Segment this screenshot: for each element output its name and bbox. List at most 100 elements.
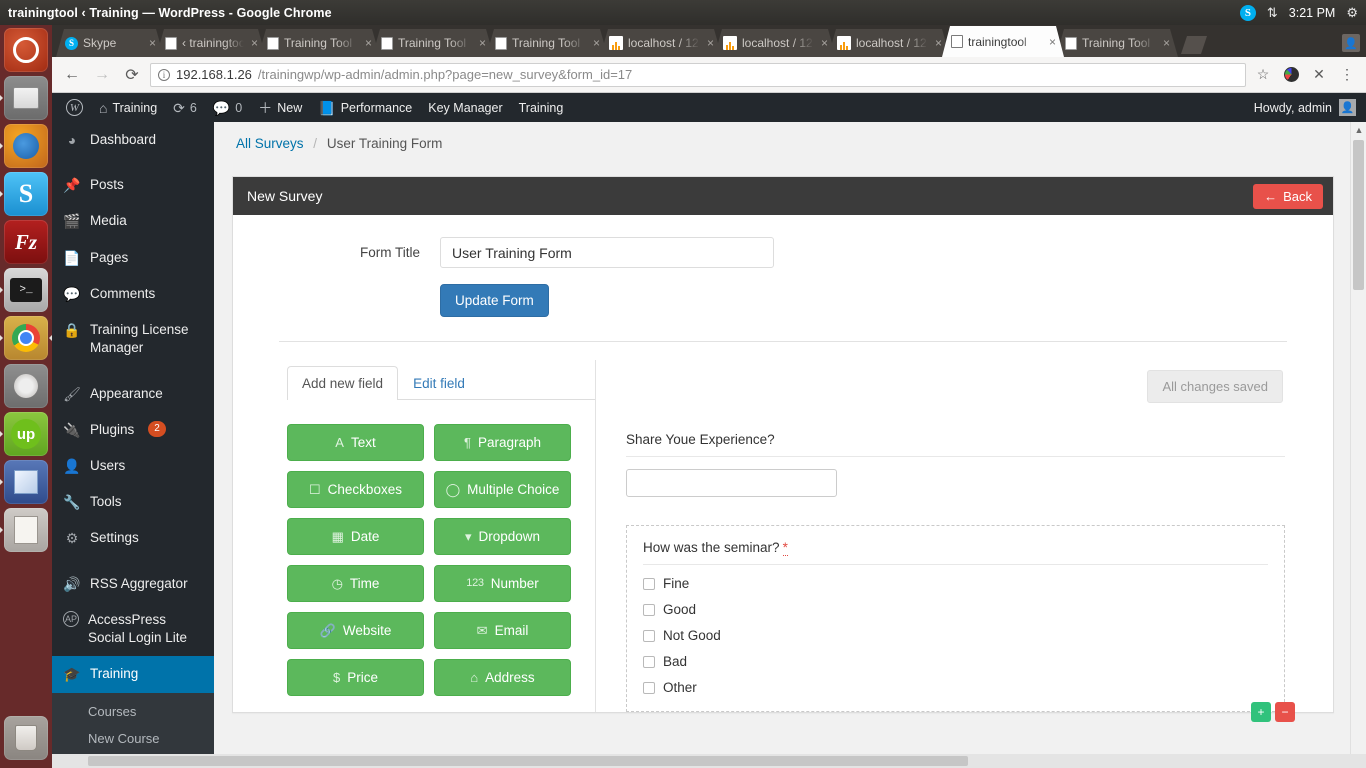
sidebar-item-rss-aggregator[interactable]: 🔊 RSS Aggregator	[52, 566, 214, 602]
launcher-item-text-editor[interactable]	[0, 508, 48, 552]
back-icon[interactable]: ←	[60, 63, 84, 87]
sidebar-item-training[interactable]: 🎓 Training	[52, 656, 214, 693]
launcher-item-firefox[interactable]	[0, 124, 48, 168]
checkbox-option[interactable]: Other	[643, 680, 1268, 695]
form-title-input[interactable]	[440, 237, 774, 268]
browser-tab[interactable]: localhost / 127.0.0.1 ×	[600, 29, 722, 57]
field-button-text[interactable]: A Text	[287, 424, 424, 461]
browser-tab[interactable]: Training Tool ×	[486, 29, 608, 57]
address-bar[interactable]: i 192.168.1.26/trainingwp/wp-admin/admin…	[150, 62, 1246, 87]
remove-field-button[interactable]: −	[1275, 702, 1295, 722]
sidebar-item-training-license-manager[interactable]: 🔒 Training License Manager	[52, 312, 214, 366]
tab-close-icon[interactable]: ×	[819, 37, 830, 49]
comments-menu[interactable]: 💬 0	[205, 93, 250, 122]
field-button-paragraph[interactable]: ¶ Paragraph	[434, 424, 571, 461]
checkbox-option[interactable]: Bad	[643, 654, 1268, 669]
hscrollbar-thumb[interactable]	[88, 756, 968, 766]
sidebar-item-tools[interactable]: 🔧 Tools	[52, 484, 214, 520]
tab-close-icon[interactable]: ×	[477, 37, 488, 49]
new-content-menu[interactable]: ＋ New	[250, 93, 310, 122]
field-button-email[interactable]: ✉ Email	[434, 612, 571, 649]
launcher-item-filezilla[interactable]: Fz	[4, 220, 48, 264]
page-vertical-scrollbar[interactable]: ▲ ▼	[1350, 122, 1366, 768]
sidebar-item-users[interactable]: 👤 Users	[52, 448, 214, 484]
reload-icon[interactable]: ⟳	[120, 63, 144, 87]
field-button-number[interactable]: 123 Number	[434, 565, 571, 602]
launcher-item-system-tools[interactable]	[4, 364, 48, 408]
checkbox-icon[interactable]	[643, 681, 655, 694]
checkbox-option[interactable]: Good	[643, 602, 1268, 617]
question-text-input[interactable]	[626, 469, 837, 497]
browser-tab[interactable]: localhost / 127.0.0.1 ×	[828, 29, 950, 57]
browser-tab[interactable]: ‹ trainingtool ×	[156, 29, 266, 57]
add-field-button[interactable]: +	[1251, 702, 1271, 722]
sidebar-item-posts[interactable]: 📌 Posts	[52, 167, 214, 203]
sidebar-item-plugins[interactable]: 🔌 Plugins 2	[52, 412, 214, 448]
forward-icon[interactable]: →	[90, 63, 114, 87]
howdy-account-menu[interactable]: Howdy, admin 👤	[1254, 99, 1366, 116]
checkbox-icon[interactable]	[643, 655, 655, 668]
browser-tab[interactable]: localhost / 127.0.0.1 ×	[714, 29, 836, 57]
key-manager-menu[interactable]: Key Manager	[420, 93, 510, 122]
launcher-item-terminal[interactable]: >_	[0, 268, 48, 312]
breadcrumb-all-surveys[interactable]: All Surveys	[236, 136, 304, 151]
sidebar-item-comments[interactable]: 💬 Comments	[52, 276, 214, 312]
extension-icon[interactable]	[1280, 64, 1302, 86]
scroll-up-icon[interactable]: ▲	[1351, 122, 1366, 138]
launcher-item-virtualbox[interactable]	[0, 460, 48, 504]
browser-tab-active[interactable]: trainingtool ×	[942, 26, 1064, 57]
checkbox-icon[interactable]	[643, 629, 655, 642]
tab-close-icon[interactable]: ×	[1161, 37, 1172, 49]
sidebar-item-appearance[interactable]: 🖌 Appearance	[52, 376, 214, 412]
site-name-menu[interactable]: ⌂ Training	[91, 93, 165, 122]
profile-avatar-icon[interactable]: 👤	[1342, 34, 1360, 52]
tab-close-icon[interactable]: ×	[591, 37, 602, 49]
sidebar-item-accesspress-social-login-lite[interactable]: AP AccessPress Social Login Lite	[52, 602, 214, 656]
launcher-item-trash[interactable]	[4, 716, 48, 760]
tab-close-icon[interactable]: ×	[1047, 36, 1058, 48]
close-x-icon[interactable]: ✕	[1308, 64, 1330, 86]
field-button-dropdown[interactable]: ▾ Dropdown	[434, 518, 571, 555]
new-tab-button[interactable]	[1181, 36, 1207, 54]
submenu-item-courses[interactable]: Courses	[52, 698, 214, 725]
launcher-item-ubuntu-dash[interactable]	[4, 28, 48, 72]
field-button-time[interactable]: ◷ Time	[287, 565, 424, 602]
submenu-item-new-course[interactable]: New Course	[52, 725, 214, 752]
browser-tab[interactable]: Training Tool ×	[372, 29, 494, 57]
tab-close-icon[interactable]: ×	[363, 37, 374, 49]
tab-close-icon[interactable]: ×	[933, 37, 944, 49]
field-button-website[interactable]: 🔗 Website	[287, 612, 424, 649]
tab-edit-field[interactable]: Edit field	[398, 366, 480, 400]
sidebar-item-dashboard[interactable]: ◕ Dashboard	[52, 122, 214, 158]
update-form-button[interactable]: Update Form	[440, 284, 549, 317]
browser-tab[interactable]: S Skype ×	[56, 29, 164, 57]
launcher-item-files[interactable]	[0, 76, 48, 120]
field-button-checkboxes[interactable]: ☐ Checkboxes	[287, 471, 424, 508]
checkbox-option[interactable]: Not Good	[643, 628, 1268, 643]
field-button-address[interactable]: ⌂ Address	[434, 659, 571, 696]
tab-add-new-field[interactable]: Add new field	[287, 366, 399, 400]
skype-indicator-icon[interactable]: S	[1239, 4, 1256, 21]
launcher-item-chrome[interactable]	[0, 316, 54, 360]
preview-question-text[interactable]: Share Youe Experience?	[626, 432, 1285, 497]
field-button-price[interactable]: $ Price	[287, 659, 424, 696]
updates-menu[interactable]: ⟳ 6	[165, 93, 205, 122]
sidebar-item-pages[interactable]: 📄 Pages	[52, 240, 214, 276]
back-button[interactable]: ← Back	[1253, 183, 1323, 209]
sidebar-item-settings[interactable]: ⚙ Settings	[52, 520, 214, 556]
checkbox-icon[interactable]	[643, 603, 655, 616]
gear-icon[interactable]: ⚙	[1346, 6, 1358, 19]
wp-logo-menu[interactable]: W	[58, 93, 91, 122]
checkbox-icon[interactable]	[643, 577, 655, 590]
tab-close-icon[interactable]: ×	[249, 37, 260, 49]
sidebar-item-media[interactable]: 🎬 Media	[52, 203, 214, 239]
field-button-multiple-choice[interactable]: ◯ Multiple Choice	[434, 471, 571, 508]
browser-tab[interactable]: Training Tool ×	[1056, 29, 1178, 57]
chrome-menu-icon[interactable]: ⋮	[1336, 64, 1358, 86]
launcher-item-upwork[interactable]: up	[0, 412, 48, 456]
bookmark-star-icon[interactable]: ☆	[1252, 64, 1274, 86]
tab-close-icon[interactable]: ×	[705, 37, 716, 49]
browser-tab[interactable]: Training Tool ×	[258, 29, 380, 57]
field-button-date[interactable]: ▦ Date	[287, 518, 424, 555]
network-icon[interactable]: ⇅	[1267, 6, 1278, 19]
